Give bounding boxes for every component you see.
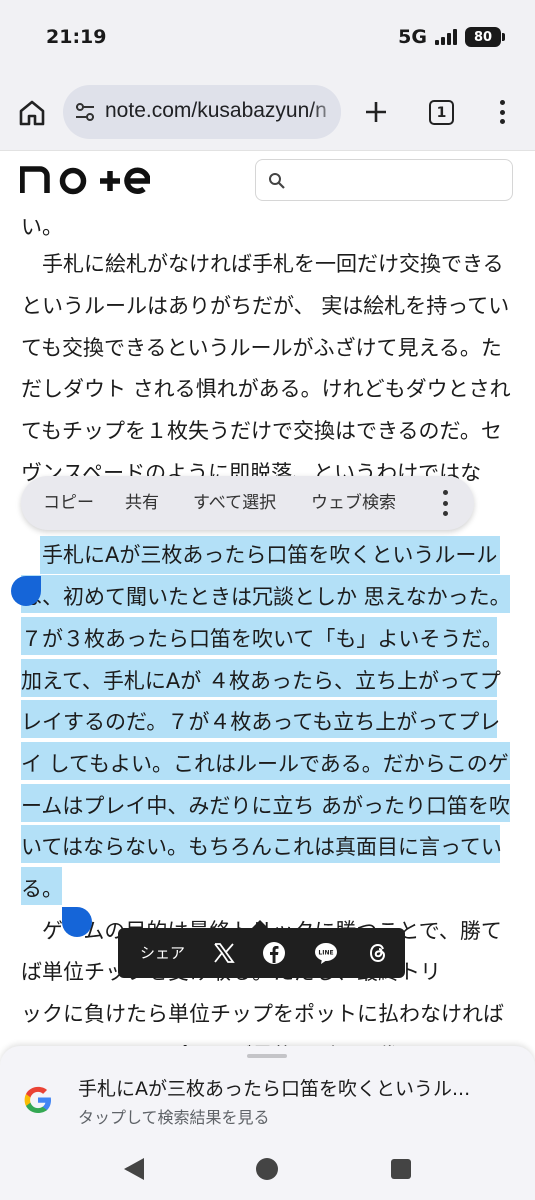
article-line: イ してもよい。これはルールである。だからこのゲ	[21, 752, 509, 776]
url-text: note.com/kusabazyun/n	[105, 99, 327, 122]
selection-start-handle[interactable]	[11, 576, 41, 606]
share-label: シェア	[140, 944, 186, 962]
site-header: note	[0, 150, 535, 208]
select-all-button[interactable]: すべて選択	[193, 476, 276, 530]
address-bar[interactable]: note.com/kusabazyun/n	[63, 85, 341, 139]
threads-icon[interactable]	[366, 941, 390, 965]
article-line: ームはプレイ中、みだりに立ち あがったり口笛を吹	[21, 794, 511, 818]
site-settings-icon[interactable]	[74, 102, 96, 122]
search-icon	[269, 173, 285, 189]
article-line: ックに負けたら単位チップをポットに払わなければ	[21, 1002, 504, 1026]
article-line: ７が３枚あったら口笛を吹いて「も」よいそうだ。	[21, 627, 503, 651]
signal-icon	[435, 29, 457, 45]
article-line: というルールはありがちだが、 実は絵札を持ってい	[21, 294, 510, 318]
article-line: い。	[21, 215, 63, 239]
more-vert-icon	[499, 100, 505, 105]
status-indicators: 5G 80	[398, 26, 505, 48]
google-icon	[24, 1086, 51, 1113]
status-time: 21:19	[46, 26, 107, 48]
browser-menu-button[interactable]	[490, 97, 514, 127]
web-search-button[interactable]: ウェブ検索	[311, 476, 396, 530]
article-line: 手札にAが三枚あったら口笛を吹くというルール	[21, 543, 498, 567]
article-line: レイするのだ。７が４枚あっても立ち上がってプレ	[21, 710, 501, 734]
browser-toolbar: note.com/kusabazyun/n 1	[0, 76, 535, 150]
recents-icon[interactable]	[391, 1159, 411, 1179]
search-query: 手札にAが三枚あったら口笛を吹くというル...	[78, 1078, 471, 1100]
selection-end-handle[interactable]	[62, 907, 92, 937]
site-search-input[interactable]	[255, 159, 513, 201]
share-button[interactable]: 共有	[125, 476, 159, 530]
plus-icon	[366, 102, 386, 122]
article-line: だしダウト される惧れがある。けれどもダウとされ	[21, 377, 511, 401]
system-nav-bar	[0, 1138, 535, 1200]
x-icon[interactable]	[212, 941, 236, 965]
article-line: る。	[21, 877, 63, 901]
home-button[interactable]	[17, 98, 47, 128]
network-type: 5G	[398, 26, 427, 48]
tab-switcher-button[interactable]: 1	[429, 100, 454, 125]
article-line: は、初めて聞いたときは冗談としか 思えなかった。	[21, 585, 511, 609]
battery-icon: 80	[465, 27, 505, 47]
article-line: いてはならない。もちろんこれは真面目に言ってい	[21, 835, 502, 859]
article-line: ても交換できるというルールがふざけて見える。た	[21, 336, 502, 360]
new-tab-button[interactable]	[361, 97, 391, 127]
status-bar: 21:19 5G 80	[0, 0, 535, 76]
home-icon	[19, 100, 45, 126]
article-line: 手札に絵札がなければ手札を一回だけ交換できる	[21, 252, 504, 276]
article-line: てもチップを１枚失うだけで交換はできるのだ。セ	[21, 419, 502, 443]
share-toolbar: シェア LINE	[118, 920, 405, 978]
note-logo[interactable]: note	[20, 163, 150, 195]
search-suggestion-sheet[interactable]: 手札にAが三枚あったら口笛を吹くというル... タップして検索結果を見る	[0, 1046, 535, 1138]
search-hint: タップして検索結果を見る	[78, 1108, 270, 1127]
back-icon[interactable]	[124, 1158, 144, 1180]
article-line: 加えて、手札にAが ４枚あったら、立ち上がってプ	[21, 669, 501, 693]
svg-text:LINE: LINE	[318, 950, 333, 957]
more-options-icon[interactable]	[441, 490, 449, 516]
facebook-icon[interactable]	[262, 941, 286, 965]
copy-button[interactable]: コピー	[43, 476, 94, 530]
line-icon[interactable]: LINE	[314, 941, 338, 965]
text-selection-menu: コピー 共有 すべて選択 ウェブ検索	[21, 476, 474, 530]
home-circle-icon[interactable]	[256, 1158, 278, 1180]
drag-handle[interactable]	[247, 1054, 287, 1058]
